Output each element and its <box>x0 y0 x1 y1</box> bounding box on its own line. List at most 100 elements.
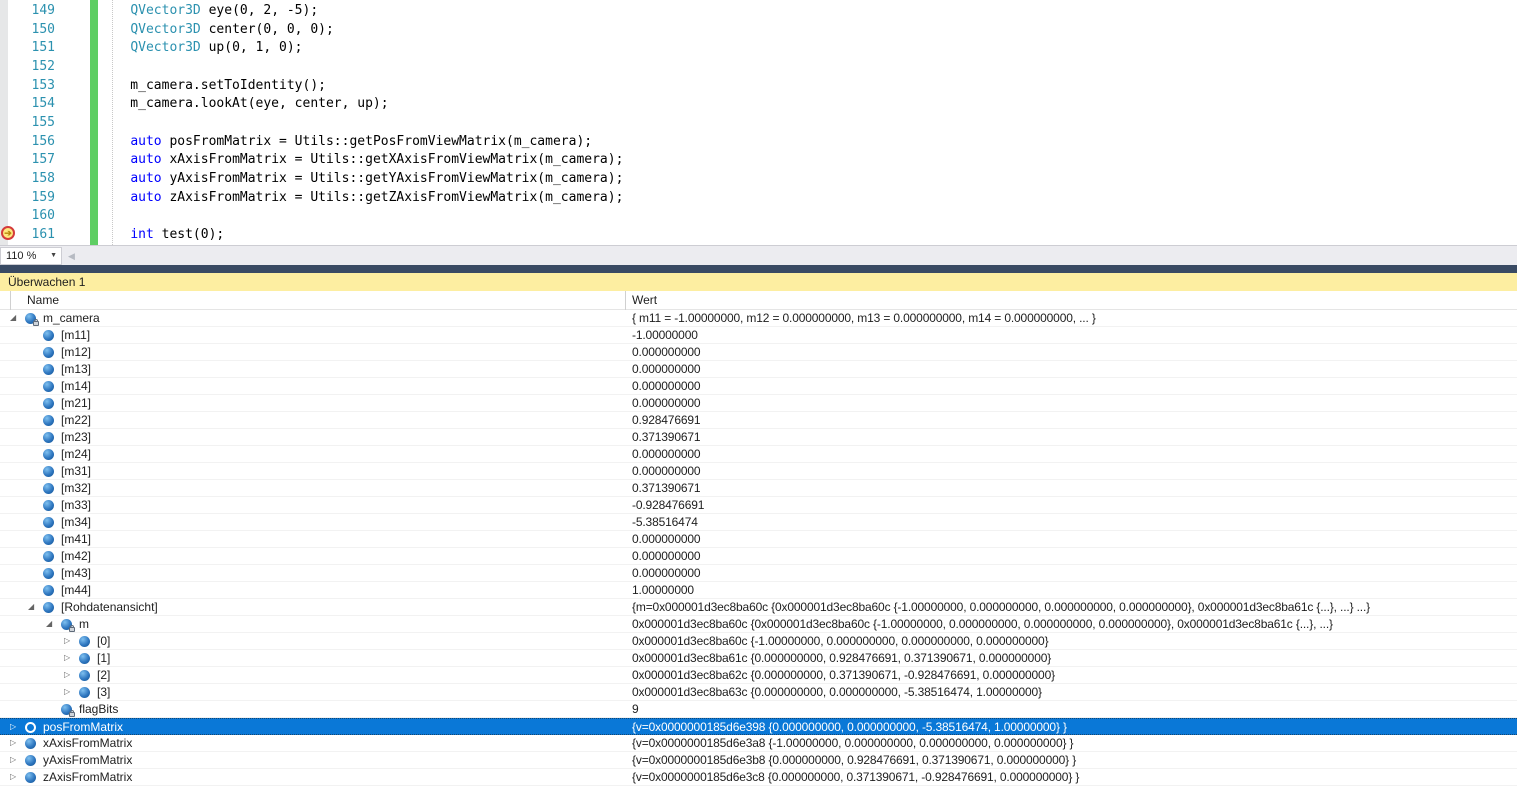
member-variable-icon <box>25 772 36 783</box>
line-number: 155 <box>0 113 55 132</box>
expand-icon[interactable]: ▷ <box>64 667 76 683</box>
variable-name: m_camera <box>43 310 100 326</box>
watch-row-m12[interactable]: [m12]0.000000000 <box>0 344 1517 361</box>
variable-name: [m23] <box>61 429 91 445</box>
watch-row-m42[interactable]: [m42]0.000000000 <box>0 548 1517 565</box>
watch-row-m-camera[interactable]: ◢m_camera{ m11 = -1.00000000, m12 = 0.00… <box>0 310 1517 327</box>
expand-icon[interactable]: ▷ <box>10 735 22 751</box>
code-line-155: 155 <box>0 113 1517 132</box>
name-cell: [m31] <box>0 463 625 480</box>
expand-icon[interactable]: ▷ <box>10 769 22 785</box>
value-column-header[interactable]: Wert <box>632 291 657 310</box>
watch-row-m41[interactable]: [m41]0.000000000 <box>0 531 1517 548</box>
watch-row-m11[interactable]: [m11]-1.00000000 <box>0 327 1517 344</box>
expand-icon[interactable]: ▷ <box>64 684 76 700</box>
panel-separator[interactable] <box>0 265 1517 273</box>
watch-row-yaxisfrommatrix[interactable]: ▷yAxisFromMatrix{v=0x0000000185d6e3b8 {0… <box>0 752 1517 769</box>
variable-name: m <box>79 616 89 632</box>
member-variable-icon <box>43 483 54 494</box>
watch-row-m44[interactable]: [m44] 1.00000000 <box>0 582 1517 599</box>
watch-row-xaxisfrommatrix[interactable]: ▷xAxisFromMatrix{v=0x0000000185d6e3a8 {-… <box>0 735 1517 752</box>
private-member-variable-icon <box>61 619 72 630</box>
variable-name: [3] <box>97 684 110 700</box>
expand-icon[interactable]: ▷ <box>64 633 76 649</box>
watch-row-posfrommatrix[interactable]: ▷posFromMatrix{v=0x0000000185d6e398 {0.0… <box>0 718 1517 735</box>
watch-row-m13[interactable]: [m13]0.000000000 <box>0 361 1517 378</box>
zoom-level-select[interactable]: 110 % ▼ <box>0 247 62 265</box>
variable-value: 0x000001d3ec8ba60c {0x000001d3ec8ba60c {… <box>632 616 1515 633</box>
code-line-150: 150 QVector3D center(0, 0, 0); <box>0 20 1517 39</box>
watch-row-m24[interactable]: [m24]0.000000000 <box>0 446 1517 463</box>
watch-row-1[interactable]: ▷[1]0x000001d3ec8ba61c {0.000000000, 0.9… <box>0 650 1517 667</box>
line-number: 153 <box>0 76 55 95</box>
editor-bottom-bar: 110 % ▼ ◀ <box>0 245 1517 265</box>
watch-row-m34[interactable]: [m34]-5.38516474 <box>0 514 1517 531</box>
current-statement-icon: ➔ <box>1 226 15 240</box>
variable-name: [2] <box>97 667 110 683</box>
lock-icon <box>69 712 75 717</box>
watch-row-m21[interactable]: [m21]0.000000000 <box>0 395 1517 412</box>
lock-icon <box>69 627 75 632</box>
watch-row-m23[interactable]: [m23]0.371390671 <box>0 429 1517 446</box>
watch-row-m22[interactable]: [m22]0.928476691 <box>0 412 1517 429</box>
variable-name: [1] <box>97 650 110 666</box>
variable-name: [m11] <box>61 327 90 343</box>
variable-name: [m32] <box>61 480 91 496</box>
member-variable-icon <box>43 381 54 392</box>
watch-row-m43[interactable]: [m43]0.000000000 <box>0 565 1517 582</box>
name-cell: [m23] <box>0 429 625 446</box>
variable-value: 0.928476691 <box>632 412 1515 429</box>
line-number: 149 <box>0 1 55 20</box>
watch-row-zaxisfrommatrix[interactable]: ▷ zAxisFromMatrix {v=0x0000000185d6e3c8 {0… <box>0 769 1517 786</box>
code-text: auto xAxisFromMatrix = Utils::getXAxisFr… <box>99 150 623 169</box>
variable-value: 1.00000000 <box>632 582 1515 599</box>
variable-name: posFromMatrix <box>43 719 123 735</box>
member-variable-icon <box>43 364 54 375</box>
variable-name: zAxisFromMatrix <box>43 769 132 785</box>
watch-row-0[interactable]: ▷[0]0x000001d3ec8ba60c {-1.00000000, 0.0… <box>0 633 1517 650</box>
watch-row-m14[interactable]: [m14]0.000000000 <box>0 378 1517 395</box>
watch-row-rohdatenansicht[interactable]: ◢[Rohdatenansicht]{m=0x000001d3ec8ba60c … <box>0 599 1517 616</box>
collapse-icon[interactable]: ◢ <box>10 310 22 326</box>
expand-icon[interactable]: ▷ <box>64 650 76 666</box>
variable-value: 0.000000000 <box>632 548 1515 565</box>
name-cell: [m24] <box>0 446 625 463</box>
name-column-header[interactable]: Name <box>27 291 59 310</box>
line-number: 159 <box>0 188 55 207</box>
name-cell: [m21] <box>0 395 625 412</box>
variable-value: 0.000000000 <box>632 378 1515 395</box>
watch-row-m32[interactable]: [m32]0.371390671 <box>0 480 1517 497</box>
name-cell: [m41] <box>0 531 625 548</box>
code-editor[interactable]: 149 QVector3D eye(0, 2, -5);150 QVector3… <box>0 0 1517 245</box>
name-cell: ▷yAxisFromMatrix <box>0 752 625 769</box>
column-resize-divider[interactable] <box>625 291 626 310</box>
member-variable-icon <box>25 738 36 749</box>
watch-row-m[interactable]: ◢ m 0x000001d3ec8ba60c {0x000001d3ec8ba60c… <box>0 616 1517 633</box>
member-variable-icon <box>43 330 54 341</box>
member-variable-icon <box>43 517 54 528</box>
code-text: auto zAxisFromMatrix = Utils::getZAxisFr… <box>99 188 623 207</box>
variable-name: [0] <box>97 633 110 649</box>
watch-row-m33[interactable]: [m33]-0.928476691 <box>0 497 1517 514</box>
name-cell: [m34] <box>0 514 625 531</box>
horizontal-scrollbar[interactable]: ◀ <box>63 247 1517 265</box>
watch-row-2[interactable]: ▷[2]0x000001d3ec8ba62c {0.000000000, 0.3… <box>0 667 1517 684</box>
member-variable-icon <box>43 551 54 562</box>
expand-icon[interactable]: ▷ <box>10 719 22 735</box>
code-line-157: 157 auto xAxisFromMatrix = Utils::getXAx… <box>0 150 1517 169</box>
collapse-icon[interactable]: ◢ <box>28 599 40 615</box>
code-line-156: 156 auto posFromMatrix = Utils::getPosFr… <box>0 132 1517 151</box>
watch-row-flagbits[interactable]: flagBits9 <box>0 701 1517 718</box>
variable-value: {v=0x0000000185d6e3c8 {0.000000000, 0.37… <box>632 769 1515 786</box>
scroll-left-icon[interactable]: ◀ <box>68 247 75 265</box>
watch-row-m31[interactable]: [m31]0.000000000 <box>0 463 1517 480</box>
line-number: 157 <box>0 150 55 169</box>
line-number: 158 <box>0 169 55 188</box>
name-cell: ▷ posFromMatrix <box>0 719 625 736</box>
chevron-down-icon[interactable]: ▼ <box>50 248 57 264</box>
expand-icon[interactable]: ▷ <box>10 752 22 768</box>
watch-row-3[interactable]: ▷[3]0x000001d3ec8ba63c {0.000000000, 0.0… <box>0 684 1517 701</box>
code-text: QVector3D eye(0, 2, -5); <box>99 1 318 20</box>
collapse-icon[interactable]: ◢ <box>46 616 58 632</box>
name-cell: [m44] <box>0 582 625 599</box>
